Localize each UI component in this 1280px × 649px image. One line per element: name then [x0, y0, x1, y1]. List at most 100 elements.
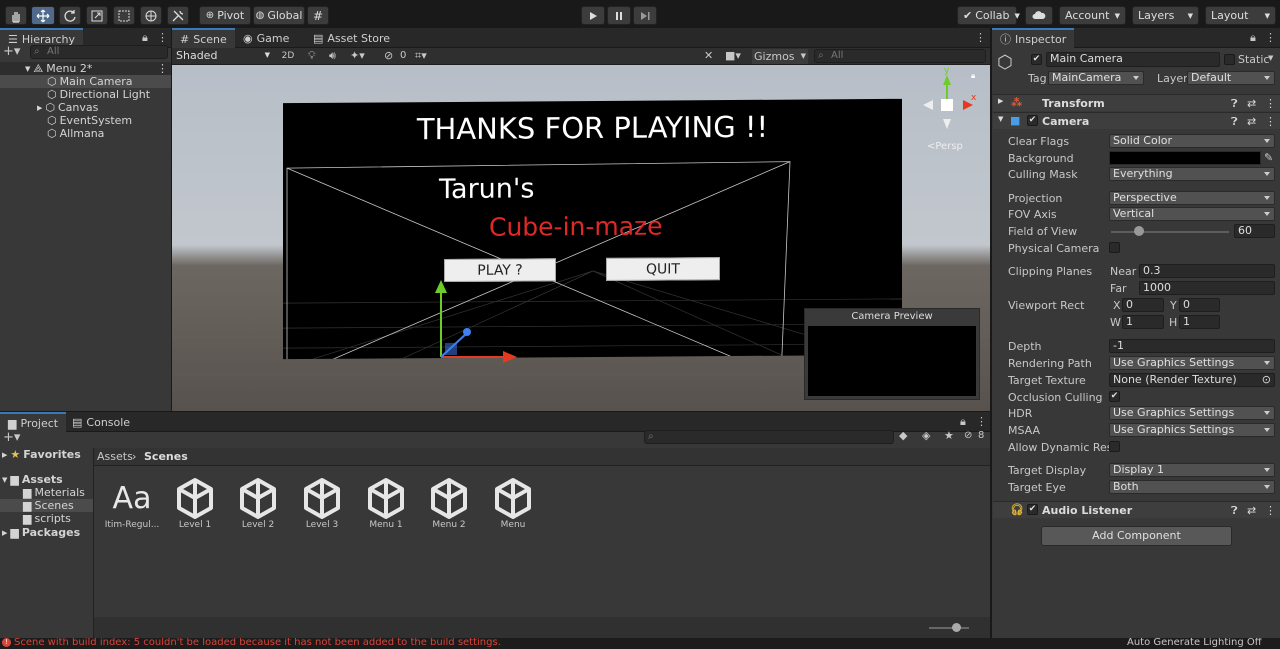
tab-console[interactable]: ▤ Console [64, 412, 138, 432]
object-active-checkbox[interactable]: ✔ [1031, 54, 1042, 65]
hierarchy-item-canvas[interactable]: ▶ ⬡ Canvas [37, 101, 98, 114]
asset-scene[interactable]: Menu 2 [419, 477, 479, 530]
y-axis-arrow[interactable] [435, 280, 447, 293]
target-display-dropdown[interactable]: Display 1 [1109, 463, 1275, 477]
effects-icon[interactable]: ✦▾ [350, 49, 365, 62]
asset-font[interactable]: Aa Itim-Regul... [102, 477, 162, 530]
status-error-message[interactable]: Scene with build index: 5 couldn't be lo… [14, 638, 501, 648]
audio-listener-enabled-checkbox[interactable]: ✔ [1027, 504, 1038, 515]
allow-dynamic-resolution-checkbox[interactable] [1109, 441, 1120, 452]
camera-enabled-checkbox[interactable]: ✔ [1027, 115, 1038, 126]
layers-dropdown[interactable]: Layers ▼ [1132, 6, 1199, 25]
hdr-dropdown[interactable]: Use Graphics Settings [1109, 406, 1275, 420]
z-axis-cap[interactable] [463, 328, 471, 336]
culling-mask-dropdown[interactable]: Everything [1109, 167, 1275, 181]
icon-size-slider-thumb[interactable] [952, 623, 961, 632]
near-input[interactable]: 0.3 [1139, 264, 1275, 278]
background-color-swatch[interactable] [1109, 151, 1261, 165]
target-texture-field[interactable]: None (Render Texture) ⊙ [1109, 373, 1275, 387]
hand-tool-button[interactable] [5, 6, 27, 25]
lock-icon[interactable]: 🔒︎ [1250, 31, 1256, 45]
tab-inspector[interactable]: ⓘ Inspector [992, 28, 1075, 48]
lighting-icon[interactable]: 💡︎ [308, 49, 316, 63]
rotate-tool-button[interactable] [59, 6, 81, 25]
scene-search-input[interactable]: ⌕ All [814, 49, 986, 63]
asset-scene[interactable]: Level 2 [228, 477, 288, 530]
viewport-w-input[interactable]: 1 [1122, 315, 1164, 329]
breadcrumb-assets[interactable]: Assets [97, 450, 133, 463]
rendering-path-dropdown[interactable]: Use Graphics Settings [1109, 356, 1275, 370]
static-checkbox[interactable] [1224, 54, 1235, 65]
hidden-packages-icon[interactable]: ⊘ [964, 430, 972, 441]
viewport-y-input[interactable]: 0 [1179, 298, 1220, 312]
persp-label[interactable]: <Persp [927, 141, 963, 152]
asset-scene[interactable]: Menu 1 [356, 477, 416, 530]
asset-scene[interactable]: Menu [483, 477, 543, 530]
depth-input[interactable]: -1 [1109, 339, 1275, 353]
hierarchy-item-directional-light[interactable]: ⬡ Directional Light [47, 88, 150, 101]
more-options-icon[interactable]: ⋮ [975, 31, 986, 44]
grid-toggle-icon[interactable]: ⌗▾ [415, 49, 427, 63]
transform-tool-button[interactable] [140, 6, 162, 25]
layer-dropdown[interactable]: Default [1187, 71, 1275, 85]
asset-scene[interactable]: Level 3 [292, 477, 352, 530]
move-gizmo[interactable] [427, 277, 517, 367]
icon-size-slider-track[interactable] [929, 627, 969, 629]
custom-tool-button[interactable] [167, 6, 189, 25]
hierarchy-search-input[interactable]: ⌕ All [30, 45, 168, 59]
more-options-icon[interactable]: ⋮ [976, 415, 987, 428]
tools-icon[interactable]: ✕ [704, 49, 713, 62]
projection-dropdown[interactable]: Perspective [1109, 191, 1275, 205]
folder-item-scripts[interactable]: ▆ scripts [23, 512, 71, 525]
pivot-toggle[interactable]: ⊕ Pivot [199, 6, 251, 25]
more-options-icon[interactable]: ⋮ [1265, 115, 1276, 128]
object-name-field[interactable]: Main Camera [1046, 52, 1220, 67]
camera-header[interactable]: ▼ ■ ✔ Camera ❓︎ ⇄ ⋮ [993, 112, 1280, 129]
shading-mode-dropdown[interactable]: Shaded ▼ [174, 49, 272, 64]
preset-icon[interactable]: ⇄ [1247, 115, 1256, 128]
tag-dropdown[interactable]: MainCamera [1048, 71, 1144, 85]
step-button[interactable] [633, 6, 657, 25]
field-of-view-slider-track[interactable] [1111, 231, 1229, 233]
help-icon[interactable]: ❓︎ [1231, 97, 1238, 111]
camera-icon[interactable]: ■▾ [725, 49, 741, 62]
audio-icon[interactable]: 🔊︎ [329, 49, 336, 63]
grid-snap-button[interactable]: # [307, 6, 329, 25]
filter-type-icon[interactable]: ◆ [899, 429, 907, 442]
msaa-dropdown[interactable]: Use Graphics Settings [1109, 423, 1275, 437]
canvas-quit-button[interactable]: QUIT [606, 257, 720, 281]
rect-tool-button[interactable] [113, 6, 135, 25]
packages-item[interactable]: ▶ ▆ Packages [2, 526, 80, 539]
transform-header[interactable]: ▶ ⁂ Transform ❓︎ ⇄ ⋮ [993, 94, 1280, 111]
xy-plane-handle[interactable] [445, 343, 457, 355]
project-search-input[interactable]: ⌕ [644, 430, 894, 444]
help-icon[interactable]: ❓︎ [1231, 504, 1238, 518]
folder-item-meterials[interactable]: ▆ Meterials [23, 486, 85, 499]
orientation-gizmo[interactable]: y x [919, 67, 979, 137]
viewport-x-input[interactable]: 0 [1122, 298, 1164, 312]
filter-label-icon[interactable]: ◈ [922, 429, 930, 442]
2d-toggle[interactable]: 2D [278, 49, 298, 64]
cloud-button[interactable] [1025, 6, 1053, 25]
more-options-icon[interactable]: ⋮ [157, 62, 168, 75]
status-lighting-text[interactable]: Auto Generate Lighting Off [1127, 638, 1262, 648]
tab-scene[interactable]: # Scene [172, 28, 235, 48]
clear-flags-dropdown[interactable]: Solid Color [1109, 134, 1275, 148]
target-eye-dropdown[interactable]: Both [1109, 480, 1275, 494]
fov-axis-dropdown[interactable]: Vertical [1109, 207, 1275, 221]
scene-viewport[interactable]: THANKS FOR PLAYING !! Tarun's Cube-in-ma… [172, 65, 990, 411]
tab-asset-store[interactable]: ▤ Asset Store [305, 28, 398, 48]
favorites-item[interactable]: ▶ ★ Favorites [2, 448, 81, 461]
folder-item-scenes[interactable]: ▆ Scenes [0, 499, 93, 512]
preset-icon[interactable]: ⇄ [1247, 97, 1256, 110]
occlusion-culling-checkbox[interactable]: ✔ [1109, 391, 1120, 402]
field-of-view-input[interactable]: 60 [1234, 224, 1275, 238]
scale-tool-button[interactable] [86, 6, 108, 25]
help-icon[interactable]: ❓︎ [1231, 115, 1238, 129]
asset-scene[interactable]: Level 1 [165, 477, 225, 530]
eyedropper-icon[interactable]: ✎ [1264, 151, 1273, 164]
viewport-h-input[interactable]: 1 [1179, 315, 1220, 329]
scene-root-item[interactable]: ▼ ⟁ Menu 2* ⋮ [0, 62, 171, 75]
add-icon[interactable]: +▾ [3, 44, 20, 59]
assets-item[interactable]: ▼ ▆ Assets [2, 473, 63, 486]
